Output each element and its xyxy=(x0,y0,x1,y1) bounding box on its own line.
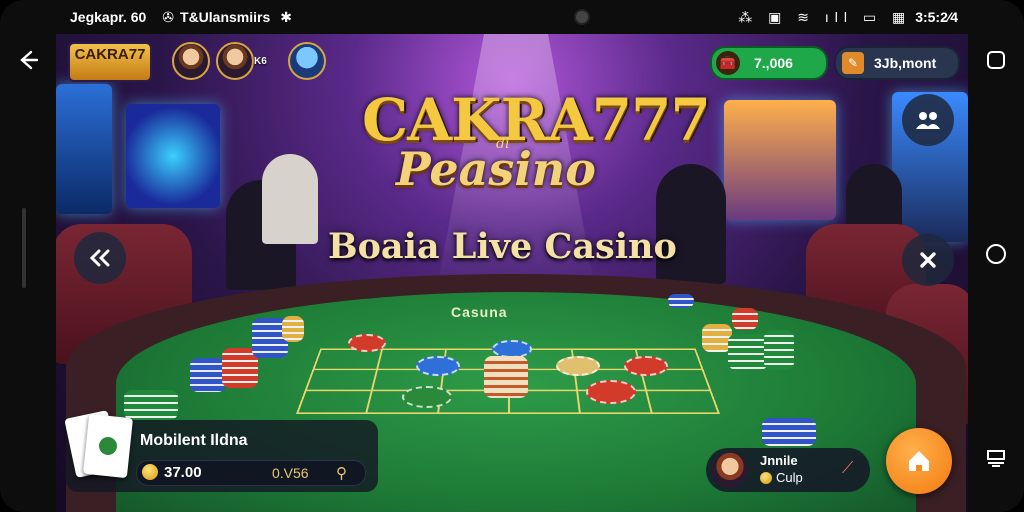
account-value: 3Jb,mont xyxy=(874,55,937,71)
avatar-label: K6 xyxy=(254,56,267,67)
chip-stack xyxy=(484,356,528,398)
odds-value: 0.V56 xyxy=(272,465,309,481)
brand-text: CAKRA77 xyxy=(74,46,146,63)
felt-label: Casuna xyxy=(451,304,508,320)
settings-icon: ✱ xyxy=(280,8,292,25)
balance-pill[interactable]: 🧰 7.,006 xyxy=(710,46,828,80)
avatar[interactable] xyxy=(172,42,210,80)
chip-stack xyxy=(728,334,768,370)
bet-chip xyxy=(348,334,386,352)
background-person xyxy=(262,154,318,244)
right-system-bar xyxy=(968,0,1024,512)
logo-subtitle: Peasino xyxy=(396,142,596,196)
brand-logo[interactable]: CAKRA77 xyxy=(68,42,152,82)
status-time: 3:5:2⁄4 xyxy=(915,9,958,25)
status-bar: Jegkapr. 60 ✇ T&Ulansmiirs ✱ ⁂ ▣ ≋ ıll ▭… xyxy=(56,0,968,34)
chip-stack xyxy=(764,330,794,370)
close-x-icon[interactable] xyxy=(902,234,954,286)
slot-machine-left xyxy=(56,84,112,214)
bet-chip xyxy=(556,356,600,376)
back-arrow-icon[interactable] xyxy=(8,40,48,80)
status-icons: ⁂ ▣ ≋ ıll ▭ ▦ xyxy=(738,8,912,25)
coin-icon xyxy=(142,464,158,480)
home-icon[interactable] xyxy=(886,428,952,494)
panel-title: Mobilent Ildna xyxy=(140,432,248,449)
multitask-icon[interactable] xyxy=(976,438,1016,478)
slot-machine-left-2 xyxy=(126,104,220,208)
info-panel[interactable]: Mobilent Ildna 37.00 0.V56 ⚲ xyxy=(64,410,378,492)
recents-square-icon[interactable] xyxy=(976,40,1016,80)
search-icon[interactable]: ⚲ xyxy=(336,464,347,482)
chip-stack xyxy=(190,358,226,392)
bet-chip xyxy=(416,356,460,376)
chip-stack xyxy=(732,308,758,330)
player-avatar xyxy=(712,452,748,488)
playing-card-icon xyxy=(82,413,134,479)
account-pill[interactable]: ✎ 3Jb,mont xyxy=(834,46,960,80)
bet-chip xyxy=(586,380,636,404)
avatar[interactable] xyxy=(216,42,254,80)
balance-value: 7.,006 xyxy=(754,55,793,71)
status-left-text: Jegkapr. 60 xyxy=(70,9,147,25)
player-name: Jnnile xyxy=(760,453,798,468)
double-chevron-left-icon[interactable] xyxy=(74,232,126,284)
avatar[interactable] xyxy=(288,42,326,80)
bet-chip xyxy=(402,386,452,408)
player-status: Culp xyxy=(776,470,803,485)
slot-machine-right xyxy=(724,100,836,220)
group-icon[interactable] xyxy=(902,94,954,146)
left-system-bar xyxy=(0,0,56,512)
chip-stack xyxy=(124,390,178,420)
camera-dot-icon xyxy=(574,9,590,25)
chip-stack xyxy=(668,294,694,308)
phone-frame: Jegkapr. 60 ✇ T&Ulansmiirs ✱ ⁂ ▣ ≋ ıll ▭… xyxy=(0,0,1024,512)
chip-stack xyxy=(762,418,816,446)
wallet-icon: ✎ xyxy=(842,52,864,74)
app-icon: ✇ xyxy=(162,8,175,25)
side-rail xyxy=(22,208,26,288)
coin-icon xyxy=(760,472,772,484)
edit-icon[interactable]: ⟋ xyxy=(842,460,853,478)
bet-chip xyxy=(624,356,668,376)
chip-stack xyxy=(282,316,304,342)
game-screen: Casuna CAKRA77 K6 🧰 7.,006 ✎ 3Jb,mont CA… xyxy=(56,34,968,512)
coin-amount: 37.00 xyxy=(164,464,202,481)
treasure-chest-icon: 🧰 xyxy=(716,51,740,75)
hero-tagline: Boaia Live Casino xyxy=(328,226,677,267)
player-badge[interactable]: Jnnile Culp ⟋ xyxy=(706,448,870,492)
home-circle-icon[interactable] xyxy=(976,234,1016,274)
status-app-name: T&Ulansmiirs xyxy=(180,9,271,25)
